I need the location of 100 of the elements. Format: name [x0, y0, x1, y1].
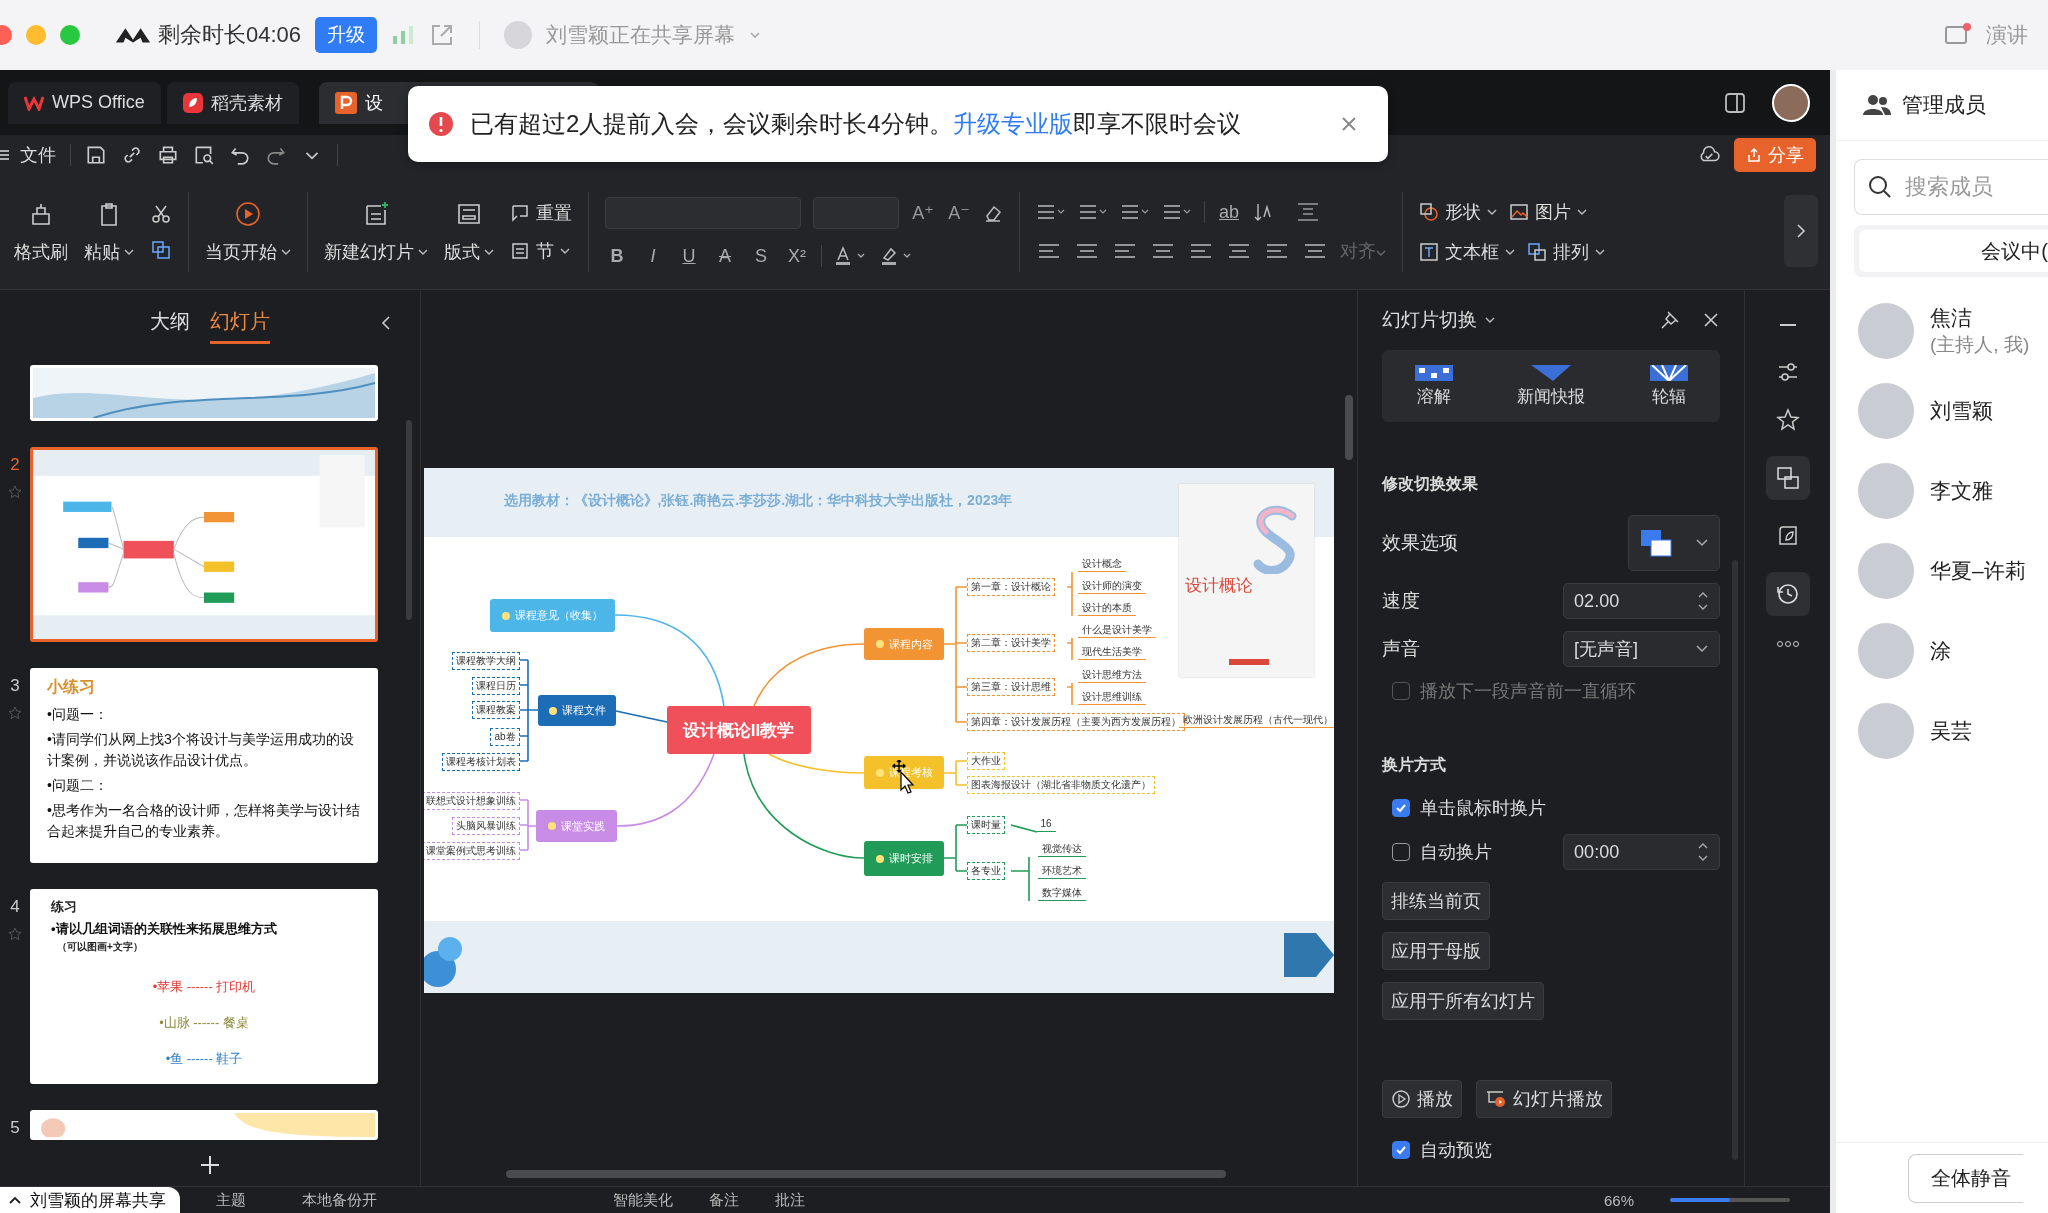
star-icon[interactable] [8, 485, 22, 499]
checkbox[interactable] [1392, 843, 1411, 861]
transition-effect[interactable]: 新闻快报 [1517, 365, 1586, 408]
picture-button[interactable]: 图片 [1509, 200, 1587, 224]
sound-dropdown[interactable]: [无声音] [1563, 631, 1721, 667]
transition-effect[interactable]: 轮辐 [1649, 365, 1688, 408]
font-size-button[interactable]: A⁻ [947, 202, 971, 224]
zoom-percent[interactable]: 66% [1603, 1191, 1634, 1209]
increase-indent-icon[interactable] [1162, 202, 1192, 222]
add-slide-icon[interactable] [198, 1154, 221, 1176]
slide-thumbnail[interactable]: 练习 •请以几组词语的关联性来拓展思维方式 （可以图画+文字） •苹果 ------ 打印机 •山脉 ------ 餐桌 •鱼 ------ 鞋子 [30, 889, 378, 1084]
checkbox[interactable] [1392, 1141, 1411, 1159]
member-name: 焦洁 [1930, 305, 1973, 331]
print-preview-icon[interactable] [193, 144, 215, 166]
history-icon[interactable] [1765, 572, 1810, 616]
panel-tab[interactable]: 大纲 [149, 301, 190, 344]
caret-icon [1487, 208, 1497, 216]
scissors-icon[interactable] [150, 203, 172, 225]
text-format-button[interactable]: A [713, 245, 737, 267]
avatar [1858, 703, 1914, 759]
panel-layout-icon[interactable] [1724, 91, 1746, 114]
pane-title[interactable]: 幻灯片切换 [1382, 307, 1496, 333]
pane-button[interactable]: 应用于母版 [1382, 932, 1491, 970]
play-from-current-button[interactable]: 当页开始 [205, 200, 291, 264]
status-item[interactable]: 主题 [216, 1190, 246, 1210]
logo-icon [114, 25, 152, 45]
format-painter-button[interactable]: 格式刷 [14, 200, 68, 264]
upgrade-link[interactable]: 升级专业版 [952, 110, 1073, 137]
time-spinner[interactable]: 00:00 [1563, 834, 1721, 870]
spacing-menu-icon[interactable] [1302, 241, 1328, 261]
mute-all-button[interactable]: 全体静音 [1908, 1153, 2023, 1203]
arrange-button[interactable]: 排列 [1527, 240, 1605, 264]
numbered-list-icon[interactable] [1078, 202, 1108, 222]
play-button[interactable]: 播放 [1382, 1080, 1463, 1118]
status-item[interactable]: 批注 [775, 1190, 805, 1210]
decrease-indent-icon[interactable] [1120, 202, 1150, 222]
checkbox[interactable] [1392, 799, 1411, 817]
collapse-icon[interactable] [379, 314, 392, 332]
zoom-slider[interactable] [1670, 1198, 1790, 1202]
distribute-icon[interactable] [1188, 241, 1214, 261]
panel-tab[interactable]: 幻灯片 [209, 301, 270, 344]
slide-thumbnail[interactable]: 小练习 •问题一： •请同学们从网上找3个将设计与美学运用成功的设计案例，并说说该作品设计优点。 •问题二： •思考作为一名合格的设计师，怎样将美学与设计结合起来提升自己的专业素养。 [30, 668, 378, 863]
upgrade-button[interactable]: 升级 [315, 17, 378, 53]
caret-icon [1376, 249, 1386, 257]
scrollbar-thumb[interactable] [505, 1170, 1226, 1178]
pane-button[interactable]: 排练当前页 [1382, 882, 1491, 920]
save-icon[interactable] [85, 144, 107, 166]
font-size-button[interactable]: A⁺ [911, 202, 935, 224]
text-format-button[interactable]: S [749, 245, 773, 267]
transition-effect[interactable]: 溶解 [1414, 365, 1453, 408]
text-direction-icon[interactable] [1295, 201, 1321, 223]
effect-options-dropdown[interactable] [1628, 515, 1721, 571]
print-icon[interactable] [157, 144, 179, 166]
pin-icon[interactable] [1660, 310, 1681, 330]
text-effect-button[interactable]: ab [1217, 201, 1241, 223]
align-center-icon[interactable] [1074, 241, 1100, 261]
slideshow-button[interactable]: 幻灯片播放 [1476, 1080, 1613, 1118]
layout-button[interactable]: 版式 [444, 200, 494, 264]
close-icon[interactable] [1702, 311, 1721, 329]
user-avatar[interactable] [1772, 83, 1810, 122]
scrollbar-thumb[interactable] [1345, 395, 1354, 460]
text-format-button[interactable]: U [677, 245, 701, 267]
align-right-icon[interactable] [1112, 241, 1138, 261]
align-left-icon[interactable] [1036, 241, 1062, 261]
line-spacing-icon[interactable] [1226, 241, 1252, 261]
search-field[interactable]: 搜索成员 [1854, 159, 2048, 215]
justify-icon[interactable] [1150, 241, 1176, 261]
star-icon[interactable] [8, 706, 22, 720]
pane-button[interactable]: 应用于所有幻灯片 [1382, 982, 1545, 1020]
eraser-icon[interactable] [983, 203, 1003, 223]
speed-spinner[interactable]: 02.00 [1563, 583, 1721, 619]
status-item[interactable]: 备注 [709, 1190, 739, 1210]
checkbox-label: 播放下一段声音前一直循环 [1420, 680, 1637, 703]
transition-icon[interactable] [1765, 456, 1810, 500]
app-tab[interactable]: WPS Office [8, 81, 161, 124]
more-icon[interactable] [1775, 640, 1800, 648]
bullet-list-icon[interactable] [1036, 202, 1066, 222]
screen-share-label[interactable]: 刘雪颖的屏幕共享 [0, 1187, 180, 1213]
text-box-button[interactable]: 文本框 [1419, 240, 1515, 264]
link-icon[interactable] [121, 144, 143, 166]
paste-button[interactable]: 粘贴 [84, 200, 134, 264]
text-format-button[interactable]: X² [785, 245, 809, 267]
status-item[interactable]: 本地备份开 [302, 1190, 377, 1210]
subtopic: 课程考核计划表 [441, 753, 520, 771]
copy-icon[interactable] [150, 239, 172, 261]
shape-button[interactable]: 形状 [1419, 200, 1497, 224]
picture-icon [1509, 202, 1529, 222]
section-button[interactable]: 节 [510, 239, 570, 263]
reset-button[interactable]: 重置 [510, 201, 572, 225]
star-icon[interactable] [8, 927, 22, 941]
file-menu[interactable]: 文件 [0, 143, 56, 167]
app-tab[interactable]: 稻壳素材 [166, 81, 299, 124]
status-item[interactable]: 智能美化 [613, 1190, 673, 1210]
shapes-icon [1419, 202, 1439, 222]
new-slide-button[interactable]: 新建幻灯片 [324, 200, 428, 264]
caret-icon [1485, 316, 1496, 324]
paragraph-spacing-icon[interactable] [1264, 241, 1290, 261]
text-format-button[interactable]: I [641, 245, 665, 267]
members-tab[interactable]: 会议中( [1859, 230, 2048, 272]
text-format-button[interactable]: B [605, 245, 629, 267]
